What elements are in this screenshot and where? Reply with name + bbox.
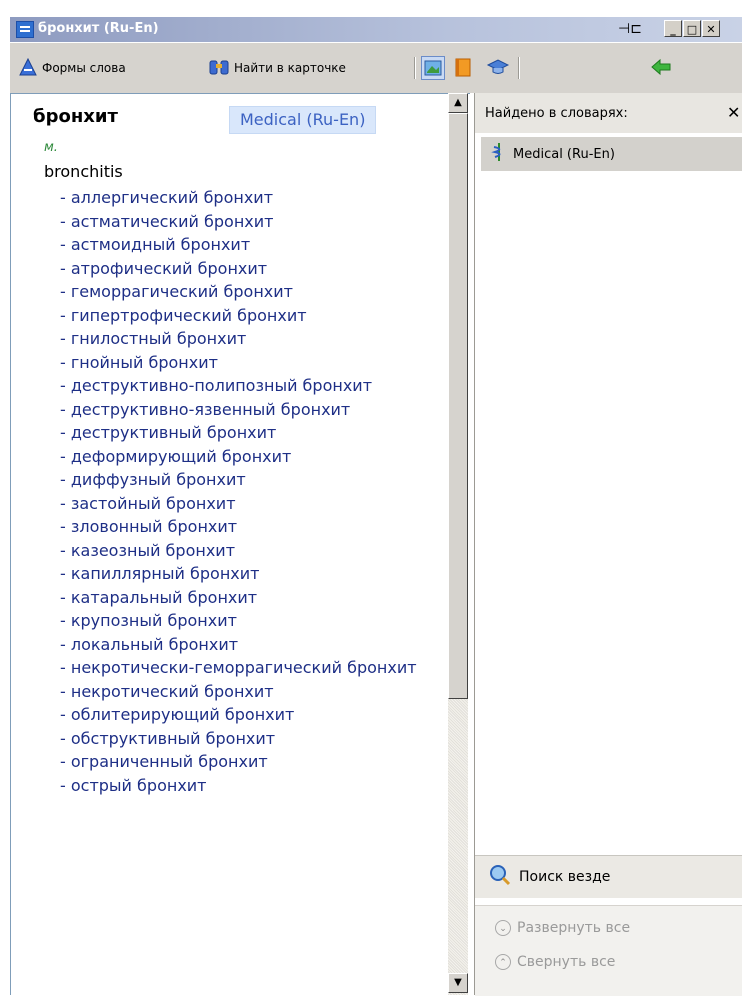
dictionary-name: Medical (Ru-En): [513, 146, 615, 162]
collapse-all-button[interactable]: ⌃ Свернуть все: [495, 954, 615, 970]
phrase-link[interactable]: - локальный бронхит: [44, 633, 439, 657]
phrase-link[interactable]: - застойный бронхит: [44, 492, 439, 516]
back-arrow-icon: [650, 57, 672, 80]
minimize-button[interactable]: _: [664, 20, 682, 37]
toolbar-separator-2: [518, 57, 520, 79]
article-scrollbar[interactable]: ▲ ▼: [448, 93, 468, 995]
panel-actions: ⌄ Развернуть все ⌃ Свернуть все: [475, 905, 742, 996]
phrase-link[interactable]: - аллергический бронхит: [44, 186, 439, 210]
grammar-label: м.: [44, 140, 58, 155]
phrase-link[interactable]: - деструктивный бронхит: [44, 421, 439, 445]
binoculars-icon: [208, 57, 230, 80]
phrase-link[interactable]: - гнойный бронхит: [44, 351, 439, 375]
close-button[interactable]: ✕: [702, 20, 720, 37]
expand-all-button[interactable]: ⌄ Развернуть все: [495, 920, 630, 936]
app-icon: [16, 21, 34, 38]
phrase-link[interactable]: - деструктивно-язвенный бронхит: [44, 398, 439, 422]
phrase-link[interactable]: - крупозный бронхит: [44, 609, 439, 633]
dictionary-badge[interactable]: Medical (Ru-En): [229, 106, 377, 134]
panel-title: Найдено в словарях:: [485, 106, 628, 121]
find-in-card-label: Найти в карточке: [234, 61, 346, 75]
find-in-card-button[interactable]: Найти в карточке: [208, 43, 346, 93]
collapse-icon: ⌃: [495, 954, 511, 970]
word-forms-label: Формы слова: [42, 61, 126, 75]
window-title: бронхит (Ru-En): [38, 21, 159, 36]
collapse-all-label: Свернуть все: [517, 954, 616, 970]
scroll-down-button[interactable]: ▼: [448, 973, 468, 993]
back-button[interactable]: [650, 43, 672, 93]
image-card-icon: [421, 56, 445, 80]
dictionary-list-item[interactable]: Medical (Ru-En): [481, 137, 742, 171]
phrase-list: - аллергический бронхит - астматический …: [44, 186, 439, 797]
phrase-link[interactable]: - диффузный бронхит: [44, 468, 439, 492]
maximize-button[interactable]: □: [683, 20, 701, 37]
book-icon: [452, 56, 474, 81]
found-in-dictionaries-panel: Найдено в словарях: ✕ Medical (Ru-En) По…: [474, 93, 742, 996]
phrase-link[interactable]: - деструктивно-полипозный бронхит: [44, 374, 439, 398]
panel-close-button[interactable]: ✕: [727, 103, 740, 122]
phrase-link[interactable]: - катаральный бронхит: [44, 586, 439, 610]
phrase-link[interactable]: - гипертрофический бронхит: [44, 304, 439, 328]
scroll-up-button[interactable]: ▲: [448, 93, 468, 113]
panel-header: Найдено в словарях: ✕: [475, 93, 742, 133]
phrase-link[interactable]: - астмоидный бронхит: [44, 233, 439, 257]
phrase-link[interactable]: - атрофический бронхит: [44, 257, 439, 281]
headword: бронхит: [33, 106, 118, 127]
toolbar: Формы слова Найти в карточке: [10, 43, 742, 93]
search-everywhere-label: Поиск везде: [519, 869, 611, 885]
word-forms-button[interactable]: Формы слова: [18, 43, 126, 93]
expand-all-label: Развернуть все: [517, 920, 631, 936]
magnifier-icon: [489, 864, 511, 890]
book-button[interactable]: [452, 43, 474, 93]
phrase-link[interactable]: - острый бронхит: [44, 774, 439, 798]
toolbar-separator: [414, 57, 416, 79]
phrase-link[interactable]: - казеозный бронхит: [44, 539, 439, 563]
phrase-link[interactable]: - геморрагический бронхит: [44, 280, 439, 304]
phrase-link[interactable]: - деформирующий бронхит: [44, 445, 439, 469]
phrase-link[interactable]: - капиллярный бронхит: [44, 562, 439, 586]
phrase-link[interactable]: - облитерирующий бронхит: [44, 703, 439, 727]
phrase-link[interactable]: - обструктивный бронхит: [44, 727, 439, 751]
scroll-thumb[interactable]: [448, 113, 468, 699]
article-pane: бронхит Medical (Ru-En) м. bronchitis - …: [10, 93, 470, 995]
education-button[interactable]: [486, 43, 510, 93]
medical-dictionary-icon: [491, 142, 507, 166]
phrase-link[interactable]: - некротический бронхит: [44, 680, 439, 704]
pin-icon[interactable]: ⊣⊏: [618, 21, 644, 37]
phrase-link[interactable]: - гнилостный бронхит: [44, 327, 439, 351]
search-everywhere-button[interactable]: Поиск везде: [475, 855, 742, 898]
phrase-link[interactable]: - некротически-геморрагический бронхит: [44, 656, 439, 680]
show-article-toggle[interactable]: [421, 43, 445, 93]
expand-icon: ⌄: [495, 920, 511, 936]
title-bar: бронхит (Ru-En) ⊣⊏ _ □ ✕: [10, 17, 742, 42]
graduation-cap-icon: [486, 56, 510, 81]
translation: bronchitis: [44, 162, 123, 181]
phrase-link[interactable]: - астматический бронхит: [44, 210, 439, 234]
word-forms-icon: [18, 57, 38, 80]
phrase-link[interactable]: - ограниченный бронхит: [44, 750, 439, 774]
phrase-link[interactable]: - зловонный бронхит: [44, 515, 439, 539]
